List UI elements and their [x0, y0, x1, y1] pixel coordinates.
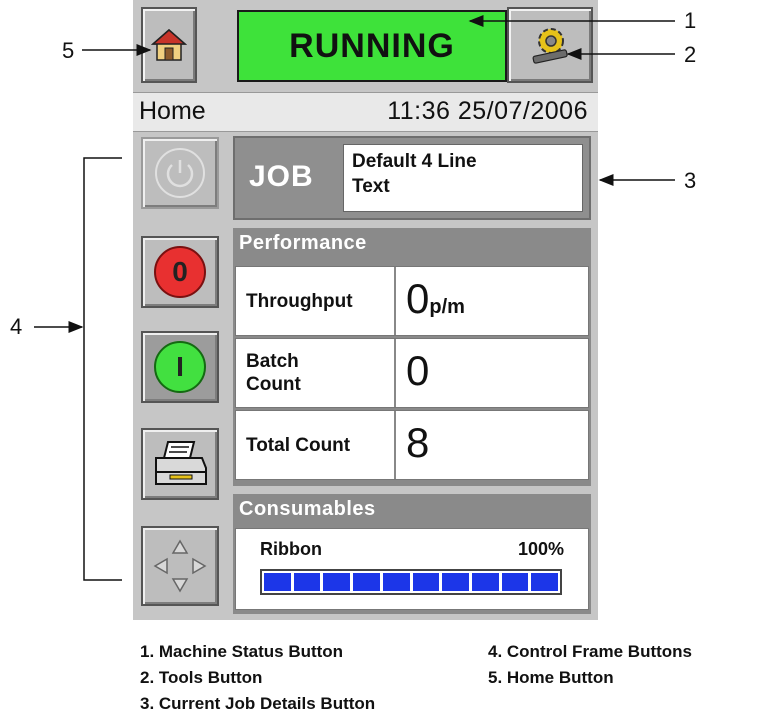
callout-1: 1 — [684, 8, 697, 33]
callout-2: 2 — [684, 42, 697, 67]
legend-item-5: 5. Home Button — [488, 668, 614, 687]
callout-5: 5 — [62, 38, 75, 63]
callout-4: 4 — [10, 314, 23, 339]
legend-item-3: 3. Current Job Details Button — [140, 694, 376, 713]
legend-item-1: 1. Machine Status Button — [140, 642, 344, 661]
legend-item-2: 2. Tools Button — [140, 668, 263, 687]
callout-lines — [34, 15, 675, 581]
callout-3: 3 — [684, 168, 697, 193]
legend-item-4: 4. Control Frame Buttons — [488, 642, 693, 661]
